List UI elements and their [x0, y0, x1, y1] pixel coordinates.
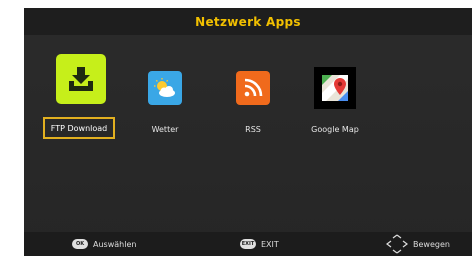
rss-icon [236, 71, 270, 105]
weather-icon [148, 71, 182, 105]
exit-key-icon: EXIT [240, 239, 256, 249]
hint-select-label: Auswählen [93, 239, 137, 249]
hint-move-label: Bewegen [413, 239, 450, 249]
app-label: FTP Download [43, 117, 115, 139]
app-ftp-download[interactable]: FTP Download [38, 54, 124, 144]
direction-keys-icon [386, 234, 408, 254]
google-map-icon [314, 67, 356, 109]
app-rss[interactable]: RSS [210, 54, 296, 144]
title-bar: Netzwerk Apps [24, 8, 472, 35]
ok-key-icon: OK [72, 239, 88, 249]
download-tray-icon [56, 54, 106, 104]
app-google-map[interactable]: Google Map [292, 54, 378, 144]
key-hint-bar: OK Auswählen EXIT EXIT Bewegen [24, 232, 472, 256]
hint-select: OK Auswählen [72, 232, 136, 256]
app-label: Google Map [311, 125, 359, 134]
page-title: Netzwerk Apps [195, 14, 301, 29]
app-wetter[interactable]: Wetter [122, 54, 208, 144]
app-label: RSS [245, 125, 261, 134]
app-menu-screen: Netzwerk Apps FTP Download Wetter RSS Go… [24, 8, 472, 256]
hint-move: Bewegen [386, 232, 450, 256]
hint-exit: EXIT EXIT [240, 232, 279, 256]
app-label: Wetter [151, 125, 179, 134]
hint-exit-label: EXIT [261, 239, 279, 249]
